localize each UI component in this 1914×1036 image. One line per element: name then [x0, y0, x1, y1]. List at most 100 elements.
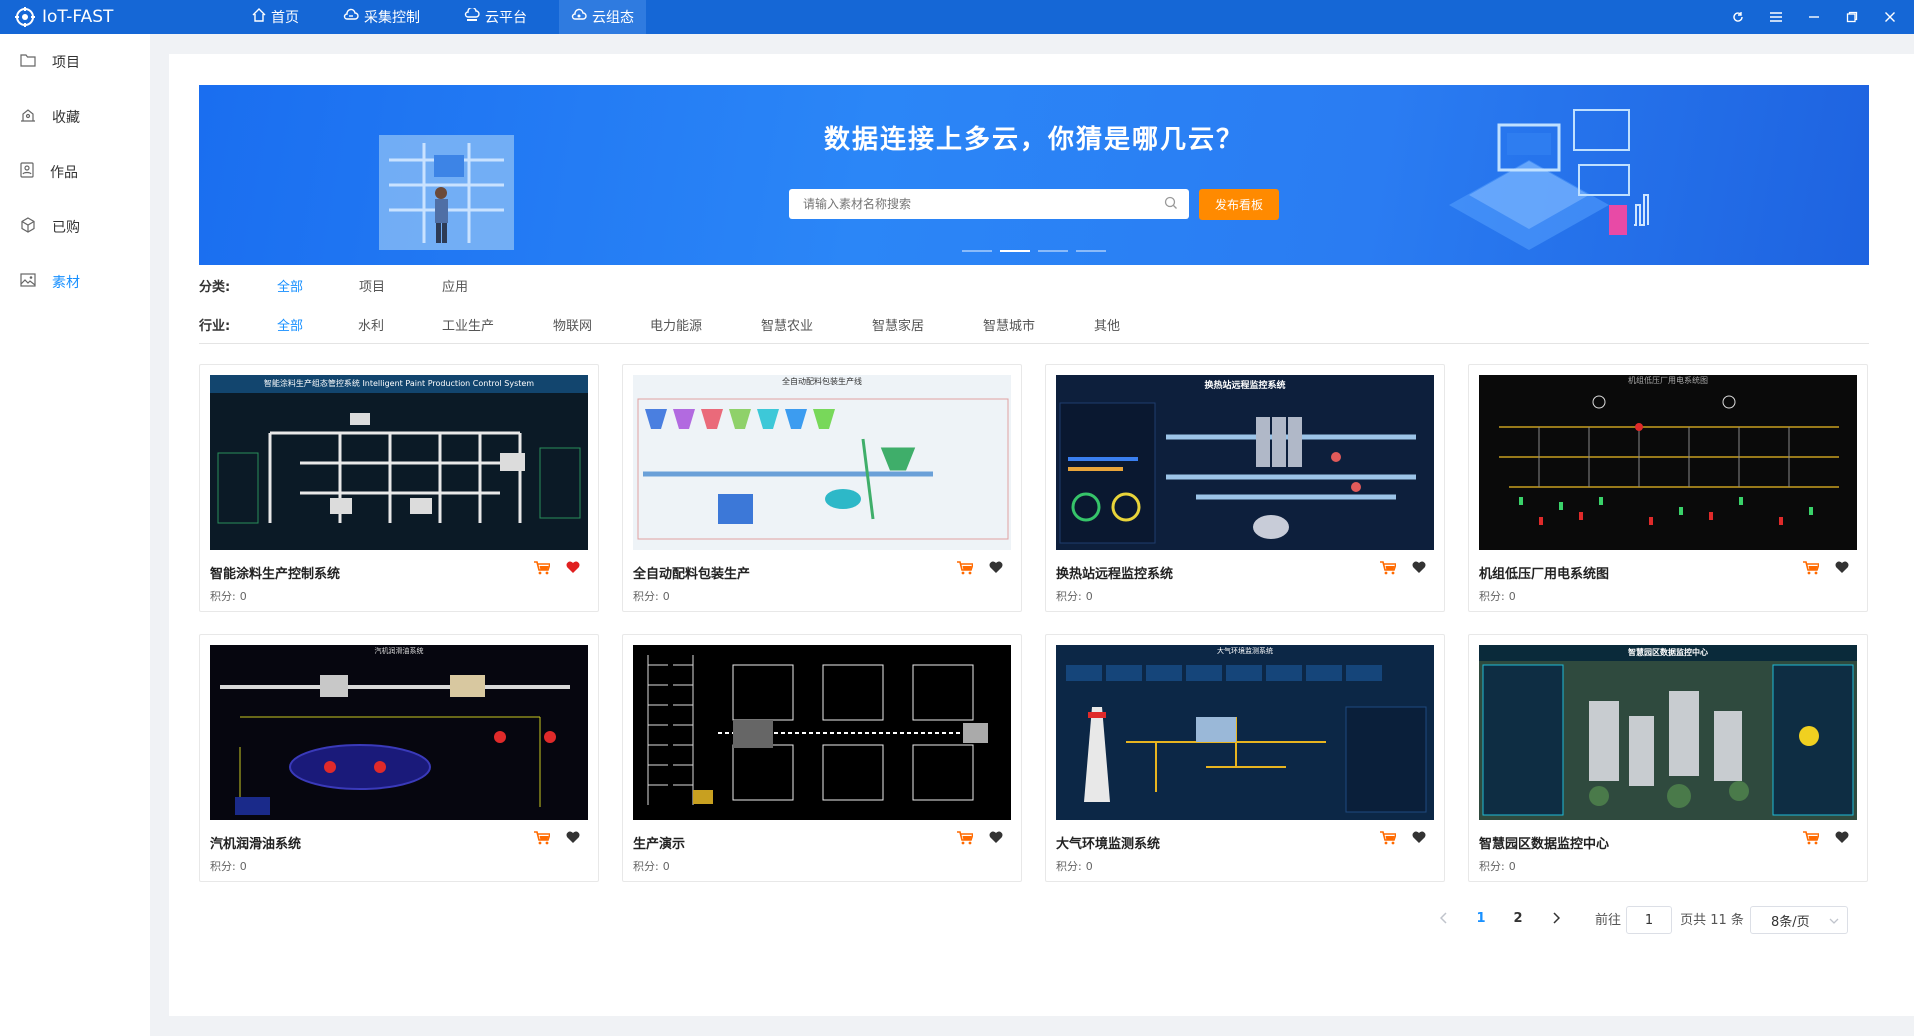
favorite-heart-icon[interactable]	[989, 831, 1003, 847]
banner-title: 数据连接上多云，你猜是哪几云？	[823, 125, 1244, 155]
cloud-control-icon	[343, 8, 359, 26]
card-title[interactable]: 智能涂料生产控制系统	[210, 563, 340, 582]
sidebar-item-favorites[interactable]: 收藏	[0, 89, 150, 144]
carousel-dot[interactable]	[1038, 250, 1068, 252]
favorite-heart-icon[interactable]	[1412, 831, 1426, 847]
card-title[interactable]: 全自动配料包装生产	[633, 563, 750, 582]
material-card[interactable]: 全自动配料包装生产线 全自动配料包装生产 积分: 0	[622, 364, 1022, 612]
page-size-value: 8条/页	[1771, 914, 1810, 930]
favorite-heart-icon[interactable]	[566, 561, 580, 577]
favorite-heart-icon[interactable]	[1412, 561, 1426, 577]
cart-icon[interactable]	[1803, 561, 1821, 579]
card-thumbnail[interactable]: 智慧园区数据监控中心	[1479, 645, 1857, 820]
card-thumbnail[interactable]: 机组低压厂用电系统图	[1479, 375, 1857, 550]
material-card[interactable]: 生产演示 积分: 0	[622, 634, 1022, 882]
sidebar-item-label: 作品	[50, 164, 78, 181]
nav-cloud-config[interactable]: 云组态	[559, 0, 646, 34]
favorite-heart-icon[interactable]	[1835, 561, 1849, 577]
cart-icon[interactable]	[1380, 561, 1398, 579]
carousel-dot[interactable]	[962, 250, 992, 252]
material-card[interactable]: 汽机润滑油系统 汽机润滑油系统 积分: 0	[199, 634, 599, 882]
card-thumbnail[interactable]: 全自动配料包装生产线	[633, 375, 1011, 550]
nav-cloud-platform[interactable]: 云平台	[452, 0, 539, 34]
industry-option-all[interactable]: 全部	[277, 315, 358, 334]
prev-page-button[interactable]	[1434, 904, 1454, 932]
refresh-icon[interactable]	[1728, 7, 1748, 27]
nav-cloud-platform-label: 云平台	[485, 10, 527, 26]
sidebar-item-projects[interactable]: 项目	[0, 34, 150, 89]
industry-option-agriculture[interactable]: 智慧农业	[761, 315, 872, 334]
maximize-icon[interactable]	[1842, 7, 1862, 27]
industry-option-home[interactable]: 智慧家居	[872, 315, 983, 334]
cart-icon[interactable]	[534, 831, 552, 849]
carousel-dot[interactable]	[1000, 250, 1030, 252]
card-points: 积分: 0	[210, 858, 247, 874]
next-page-button[interactable]	[1546, 904, 1566, 932]
category-option-project[interactable]: 项目	[359, 276, 442, 295]
page-size-select[interactable]: 8条/页	[1750, 906, 1848, 934]
cart-icon[interactable]	[957, 831, 975, 849]
card-points: 积分: 0	[1056, 588, 1093, 604]
card-thumbnail[interactable]	[633, 645, 1011, 820]
favorite-heart-icon[interactable]	[1835, 831, 1849, 847]
material-card[interactable]: 机组低压厂用电系统图 机组低压厂用电系统图 积分: 0	[1468, 364, 1868, 612]
card-thumbnail[interactable]: 智能涂料生产组态管控系统 Intelligent Paint Productio…	[210, 375, 588, 550]
category-option-all[interactable]: 全部	[277, 276, 359, 295]
industry-option-iot[interactable]: 物联网	[553, 315, 650, 334]
carousel-dot[interactable]	[1076, 250, 1106, 252]
points-value: 0	[239, 590, 247, 603]
sidebar-item-materials[interactable]: 素材	[0, 254, 150, 309]
thumbnail-caption: 智能涂料生产组态管控系统 Intelligent Paint Productio…	[210, 375, 588, 393]
close-icon[interactable]	[1880, 7, 1900, 27]
minimize-icon[interactable]	[1804, 7, 1824, 27]
card-title[interactable]: 大气环境监测系统	[1056, 833, 1160, 852]
search-input[interactable]	[789, 189, 1189, 219]
sidebar-item-label: 已购	[52, 219, 80, 236]
points-label: 积分:	[633, 860, 659, 873]
nav-collect-control[interactable]: 采集控制	[331, 0, 432, 34]
card-thumbnail[interactable]: 大气环境监测系统	[1056, 645, 1434, 820]
banner: 数据连接上多云，你猜是哪几云？ 发布看板	[199, 85, 1869, 265]
material-card[interactable]: 大气环境监测系统 大气环境监测系统 积分: 0	[1045, 634, 1445, 882]
material-card[interactable]: 换热站远程监控系统 换热站远程监控系统 积分: 0	[1045, 364, 1445, 612]
sidebar-item-purchased[interactable]: 已购	[0, 199, 150, 254]
favorite-heart-icon[interactable]	[566, 831, 580, 847]
industry-option-water[interactable]: 水利	[358, 315, 442, 334]
page-button-2[interactable]: 2	[1506, 904, 1530, 932]
cart-icon[interactable]	[957, 561, 975, 579]
industry-option-other[interactable]: 其他	[1094, 315, 1120, 334]
material-card[interactable]: 智慧园区数据监控中心 智慧园区数据监控中心 积分: 0	[1468, 634, 1868, 882]
points-label: 积分:	[1479, 590, 1505, 603]
card-title[interactable]: 生产演示	[633, 833, 685, 852]
points-value: 0	[1085, 860, 1093, 873]
card-thumbnail[interactable]: 汽机润滑油系统	[210, 645, 588, 820]
cart-icon[interactable]	[534, 561, 552, 579]
points-value: 0	[239, 860, 247, 873]
card-title[interactable]: 汽机润滑油系统	[210, 833, 301, 852]
industry-option-city[interactable]: 智慧城市	[983, 315, 1094, 334]
nav-home[interactable]: 首页	[240, 0, 311, 34]
cart-icon[interactable]	[1380, 831, 1398, 849]
home-icon	[252, 8, 266, 26]
card-thumbnail[interactable]: 换热站远程监控系统	[1056, 375, 1434, 550]
card-title[interactable]: 换热站远程监控系统	[1056, 563, 1173, 582]
card-title[interactable]: 智慧园区数据监控中心	[1479, 833, 1609, 852]
industry-option-industrial[interactable]: 工业生产	[442, 315, 553, 334]
points-value: 0	[1508, 860, 1516, 873]
menu-icon[interactable]	[1766, 7, 1786, 27]
category-option-application[interactable]: 应用	[442, 276, 468, 295]
cart-icon[interactable]	[1803, 831, 1821, 849]
page-button-1[interactable]: 1	[1469, 904, 1493, 932]
publish-board-button[interactable]: 发布看板	[1199, 189, 1279, 220]
material-card[interactable]: 智能涂料生产组态管控系统 Intelligent Paint Productio…	[199, 364, 599, 612]
industry-option-power[interactable]: 电力能源	[650, 315, 761, 334]
sidebar-item-works[interactable]: 作品	[0, 144, 150, 199]
cloud-config-icon	[571, 8, 587, 26]
logo-icon	[14, 6, 36, 28]
favorite-heart-icon[interactable]	[989, 561, 1003, 577]
card-points: 积分: 0	[1056, 858, 1093, 874]
goto-page-input[interactable]	[1626, 906, 1672, 934]
search-icon[interactable]	[1164, 196, 1178, 214]
filter-divider	[199, 343, 1869, 344]
card-title[interactable]: 机组低压厂用电系统图	[1479, 563, 1609, 582]
